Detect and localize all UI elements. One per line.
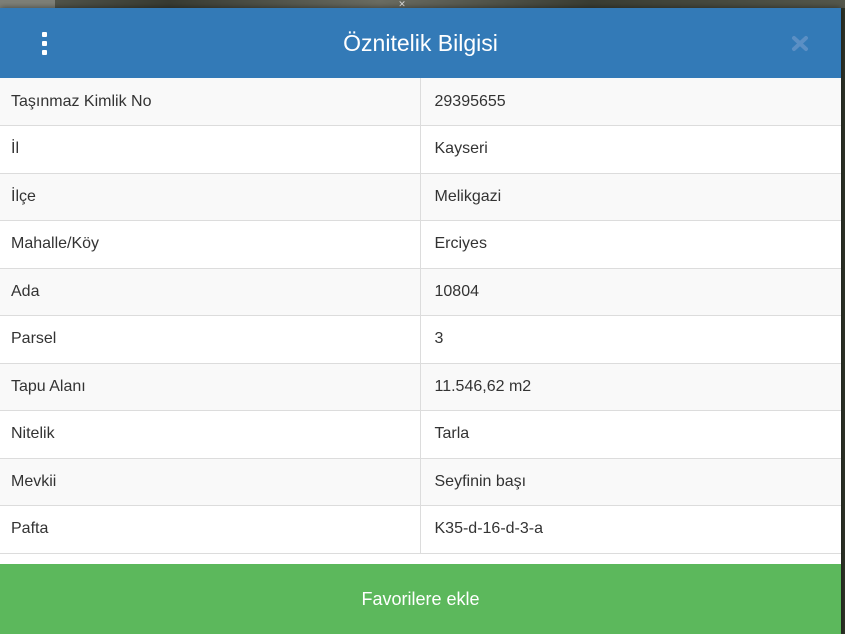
table-row: Mevkii Seyfinin başı bbox=[0, 458, 841, 506]
attribute-key: İl bbox=[0, 125, 421, 174]
dialog-title: Öznitelik Bilgisi bbox=[343, 30, 498, 56]
table-row: Nitelik Tarla bbox=[0, 410, 841, 459]
table-row: Taşınmaz Kimlik No 29395655 bbox=[0, 78, 841, 126]
map-marker-icon: ✕ bbox=[398, 0, 406, 9]
attribute-info-dialog: Öznitelik Bilgisi Taşınmaz Kimlik No 293… bbox=[0, 8, 841, 634]
dialog-header: Öznitelik Bilgisi bbox=[0, 8, 841, 78]
table-row: Parsel 3 bbox=[0, 315, 841, 364]
attribute-key: İlçe bbox=[0, 173, 421, 221]
table-row: Pafta K35-d-16-d-3-a bbox=[0, 505, 841, 554]
attribute-key: Nitelik bbox=[0, 410, 421, 459]
attribute-value: 11.546,62 m2 bbox=[420, 363, 841, 411]
close-icon[interactable] bbox=[787, 30, 813, 56]
map-edge bbox=[841, 8, 845, 634]
attribute-key: Parsel bbox=[0, 315, 421, 364]
attribute-key: Tapu Alanı bbox=[0, 363, 421, 411]
table-row: Ada 10804 bbox=[0, 268, 841, 316]
attribute-value: Tarla bbox=[420, 410, 841, 459]
table-row: İl Kayseri bbox=[0, 125, 841, 174]
add-to-favorites-button[interactable]: Favorilere ekle bbox=[0, 564, 841, 634]
attribute-key: Taşınmaz Kimlik No bbox=[0, 78, 421, 126]
map-control bbox=[0, 0, 55, 8]
attribute-value: Erciyes bbox=[420, 220, 841, 269]
map-strip bbox=[0, 0, 845, 8]
table-row: Mahalle/Köy Erciyes bbox=[0, 220, 841, 269]
attribute-key: Ada bbox=[0, 268, 421, 316]
attribute-value: K35-d-16-d-3-a bbox=[420, 505, 841, 554]
attribute-key: Mevkii bbox=[0, 458, 421, 506]
attribute-value: 3 bbox=[420, 315, 841, 364]
attribute-value: 10804 bbox=[420, 268, 841, 316]
attribute-value: Melikgazi bbox=[420, 173, 841, 221]
table-row: Tapu Alanı 11.546,62 m2 bbox=[0, 363, 841, 411]
attribute-value: Seyfinin başı bbox=[420, 458, 841, 506]
attribute-key: Pafta bbox=[0, 505, 421, 554]
attribute-key: Mahalle/Köy bbox=[0, 220, 421, 269]
attribute-value: 29395655 bbox=[420, 78, 841, 126]
attribute-value: Kayseri bbox=[420, 125, 841, 174]
table-row: İlçe Melikgazi bbox=[0, 173, 841, 221]
attribute-table: Taşınmaz Kimlik No 29395655 İl Kayseri İ… bbox=[0, 78, 841, 554]
